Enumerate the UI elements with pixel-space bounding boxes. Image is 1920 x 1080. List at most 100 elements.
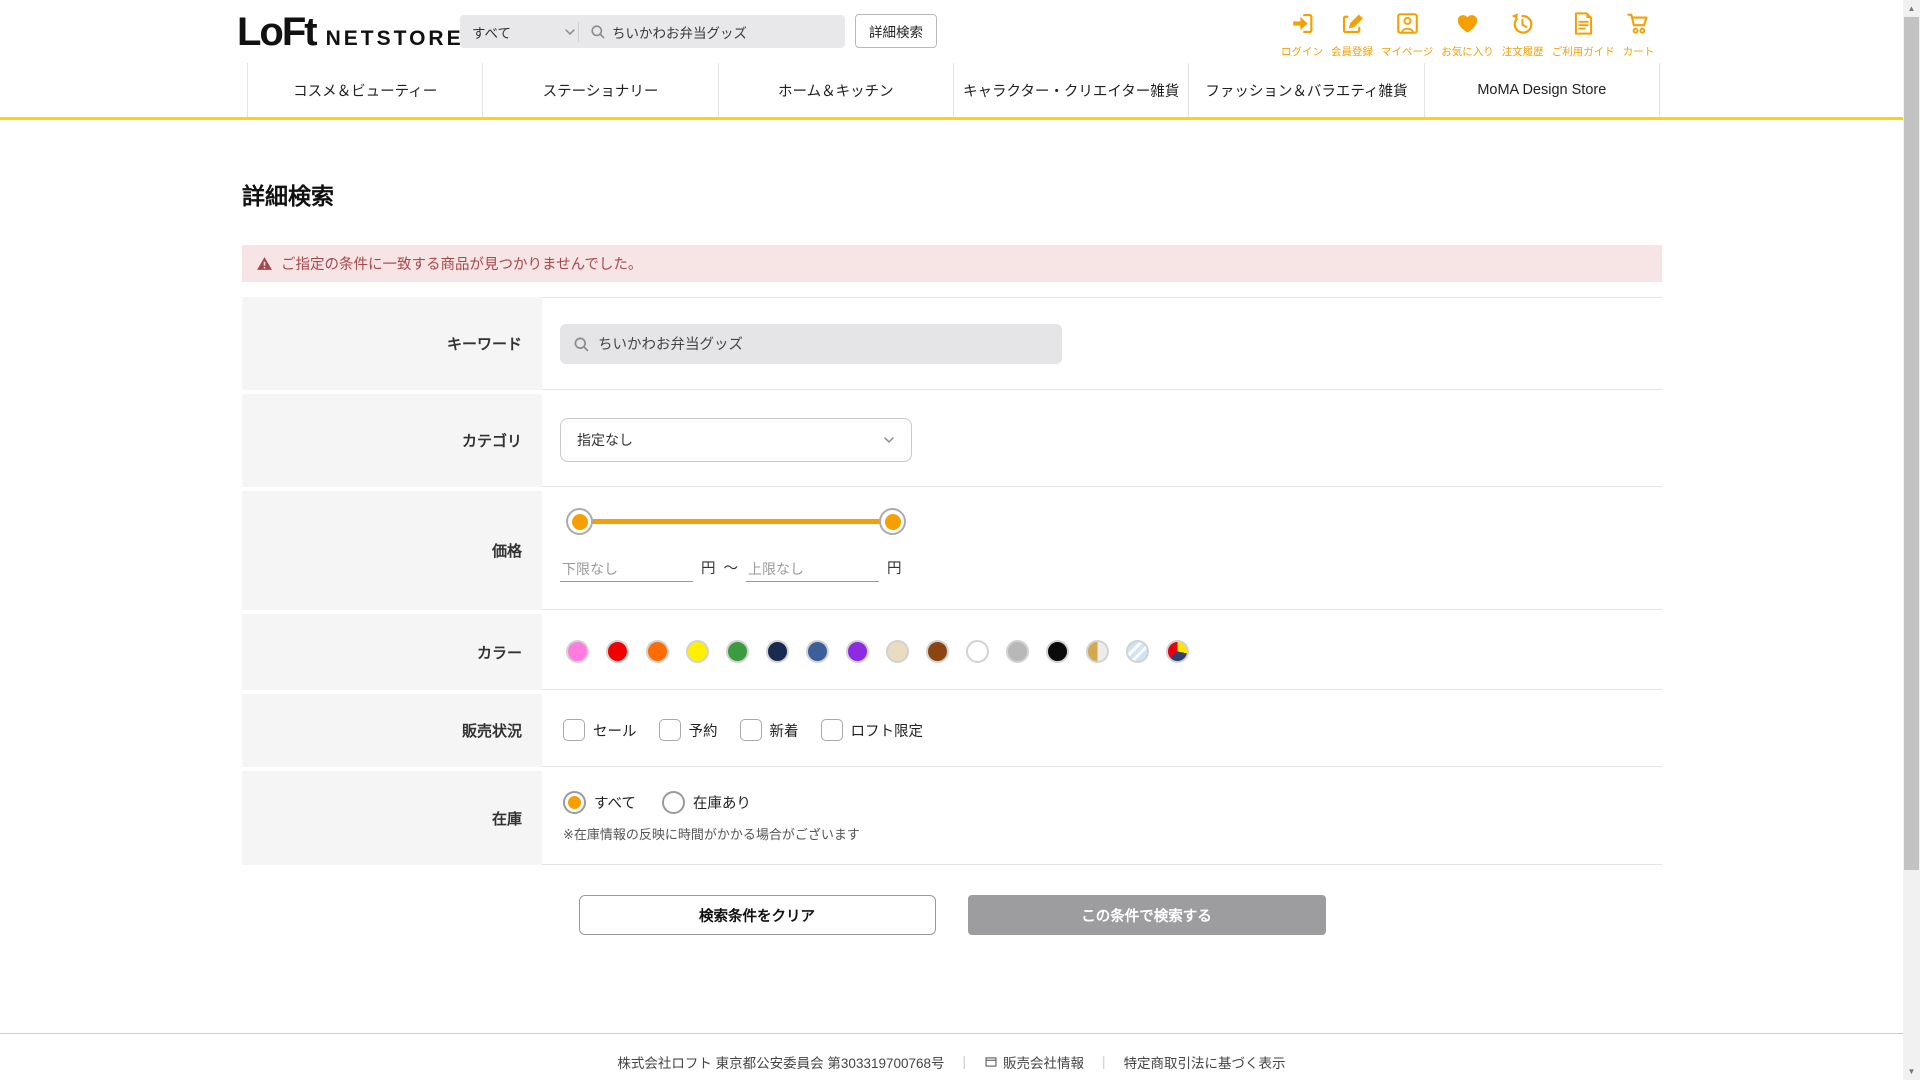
header: LoFt NETSTORE すべて 詳細検索 ログイン会員登録マイページお気に入…: [0, 0, 1920, 63]
checkbox-label: 新着: [770, 720, 799, 741]
nav-item-4[interactable]: ファッション＆バラエティ雑貨: [1188, 63, 1423, 117]
sales-status-option-1[interactable]: 予約: [659, 719, 718, 741]
nav-item-3[interactable]: キャラクター・クリエイター雑貨: [953, 63, 1188, 117]
radio-icon[interactable]: [662, 791, 685, 814]
main-nav-items: コスメ＆ビューティーステーショナリーホーム＆キッチンキャラクター・クリエイター雑…: [247, 63, 1660, 117]
category-label: カテゴリ: [242, 394, 542, 487]
radio-label: 在庫あり: [693, 792, 751, 813]
footer-links: | 販売会社情報 | 特定商取引法に基づく表示: [963, 1052, 1286, 1072]
checkbox-icon[interactable]: [740, 719, 762, 741]
slider-handle-max[interactable]: [879, 508, 906, 535]
keyword-label: キーワード: [242, 297, 542, 390]
advanced-search-button[interactable]: 詳細検索: [855, 14, 937, 48]
scrollbar-down-arrow[interactable]: ▼: [1903, 1063, 1920, 1080]
search-category-select[interactable]: すべて: [460, 22, 578, 42]
color-swatch-navy[interactable]: [766, 640, 789, 663]
nav-item-2[interactable]: ホーム＆キッチン: [718, 63, 953, 117]
checkbox-icon[interactable]: [659, 719, 681, 741]
footer-divider: |: [963, 1054, 967, 1069]
footer-link-1[interactable]: 特定商取引法に基づく表示: [1124, 1052, 1286, 1072]
color-swatch-gold-silver[interactable]: [1086, 640, 1109, 663]
category-select-value: 指定なし: [577, 430, 881, 450]
slider-track: [579, 519, 893, 524]
slider-handle-min[interactable]: [566, 508, 593, 535]
history-icon: [1509, 10, 1536, 42]
stock-options: すべて 在庫あり: [563, 791, 1662, 814]
color-swatches: [566, 640, 1189, 663]
nav-item-5[interactable]: MoMA Design Store: [1424, 63, 1660, 117]
sales-status-option-0[interactable]: セール: [563, 719, 637, 741]
stock-option-0[interactable]: すべて: [563, 791, 636, 814]
cart-icon: [1625, 10, 1652, 42]
scrollbar-up-arrow[interactable]: ▲: [1903, 0, 1920, 17]
color-swatch-gray[interactable]: [1006, 640, 1029, 663]
sales-status-option-3[interactable]: ロフト限定: [821, 719, 924, 741]
price-min-unit: 円: [701, 557, 716, 582]
checkbox-label: 予約: [689, 720, 718, 741]
chevron-down-icon: [881, 432, 897, 448]
quick-link-register[interactable]: 会員登録: [1331, 10, 1373, 59]
sales-status-option-2[interactable]: 新着: [740, 719, 799, 741]
checkbox-icon[interactable]: [563, 719, 585, 741]
quick-link-mypage[interactable]: マイページ: [1381, 10, 1433, 59]
quick-link-label: マイページ: [1381, 44, 1433, 59]
checkbox-icon[interactable]: [821, 719, 843, 741]
quick-link-label: 注文履歴: [1502, 44, 1544, 59]
keyword-input[interactable]: [598, 336, 1050, 352]
search-divider: [578, 22, 579, 42]
color-swatch-brown[interactable]: [926, 640, 949, 663]
alert-text: ご指定の条件に一致する商品が見つかりませんでした。: [281, 253, 642, 274]
stock-option-1[interactable]: 在庫あり: [662, 791, 751, 814]
color-swatch-beige[interactable]: [886, 640, 909, 663]
color-swatch-black[interactable]: [1046, 640, 1069, 663]
search-icon: [572, 335, 590, 353]
quick-link-label: カート: [1623, 44, 1655, 59]
price-min-input[interactable]: [560, 557, 693, 582]
quick-link-cart[interactable]: カート: [1623, 10, 1655, 59]
main-content: 詳細検索 ご指定の条件に一致する商品が見つかりませんでした。 キーワード カテゴ…: [242, 177, 1662, 935]
footer-link-0[interactable]: 販売会社情報: [984, 1052, 1084, 1072]
price-range-slider: [566, 508, 906, 535]
quick-link-login[interactable]: ログイン: [1281, 10, 1323, 59]
color-swatch-purple[interactable]: [846, 640, 869, 663]
sales-status-row: 販売状況 セール予約新着ロフト限定: [242, 694, 1662, 767]
footer-link-label: 特定商取引法に基づく表示: [1124, 1052, 1286, 1072]
clear-search-button[interactable]: 検索条件をクリア: [579, 895, 936, 935]
quick-link-history[interactable]: 注文履歴: [1502, 10, 1544, 59]
submit-search-button[interactable]: この条件で検索する: [968, 895, 1326, 935]
search-icon: [589, 23, 606, 40]
price-max-input[interactable]: [746, 557, 879, 582]
category-select[interactable]: 指定なし: [560, 418, 912, 462]
stock-label: 在庫: [242, 771, 542, 865]
search-category-value: すべて: [472, 22, 562, 42]
header-search-bar: すべて: [460, 15, 845, 48]
nav-item-0[interactable]: コスメ＆ビューティー: [247, 63, 482, 117]
color-swatch-white[interactable]: [966, 640, 989, 663]
color-swatch-red[interactable]: [606, 640, 629, 663]
quick-link-guide[interactable]: ご利用ガイド: [1552, 10, 1615, 59]
keyword-input-wrap: [560, 324, 1062, 364]
quick-link-label: 会員登録: [1331, 44, 1373, 59]
scrollbar-thumb[interactable]: [1904, 17, 1919, 870]
price-max-unit: 円: [887, 557, 902, 582]
color-swatch-green[interactable]: [726, 640, 749, 663]
loft-logo[interactable]: LoFt NETSTORE: [237, 14, 464, 51]
advanced-search-form: キーワード カテゴリ 指定なし 価格: [242, 297, 1662, 935]
color-swatch-clear[interactable]: [1126, 640, 1149, 663]
quick-link-label: お気に入り: [1441, 44, 1494, 59]
quick-link-heart[interactable]: お気に入り: [1441, 10, 1494, 59]
color-swatch-orange[interactable]: [646, 640, 669, 663]
price-row: 価格 円 ～ 円: [242, 491, 1662, 610]
chevron-down-icon: [562, 24, 578, 40]
stock-note: ※在庫情報の反映に時間がかかる場合がございます: [563, 824, 1662, 843]
footer-divider: |: [1102, 1054, 1106, 1069]
color-swatch-pink[interactable]: [566, 640, 589, 663]
window-icon: [984, 1055, 998, 1069]
color-swatch-multicolor[interactable]: [1166, 640, 1189, 663]
color-swatch-blue[interactable]: [806, 640, 829, 663]
nav-item-1[interactable]: ステーショナリー: [482, 63, 717, 117]
header-search-input[interactable]: [612, 24, 845, 39]
stock-row: 在庫 すべて 在庫あり ※在庫情報の反映に時間がかかる場合がございます: [242, 771, 1662, 865]
radio-selected-icon[interactable]: [563, 791, 586, 814]
color-swatch-yellow[interactable]: [686, 640, 709, 663]
